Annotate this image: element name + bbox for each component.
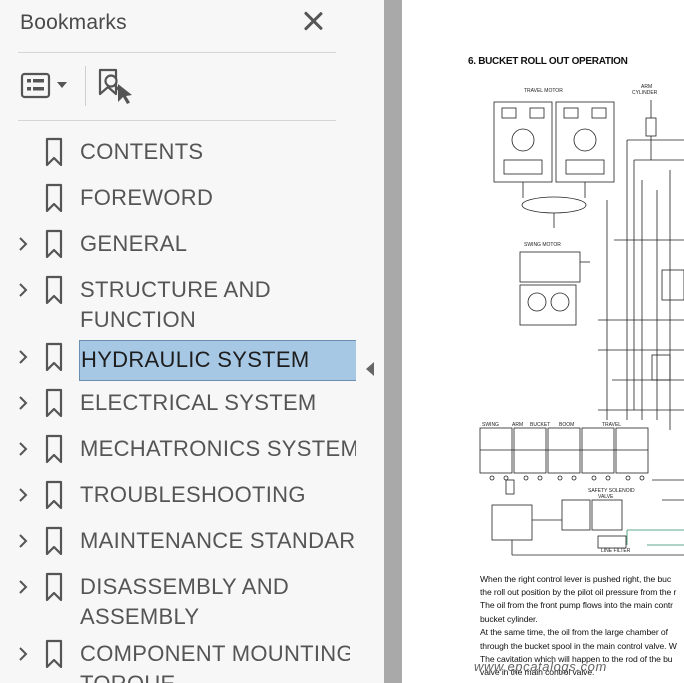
- divider: [18, 52, 336, 53]
- bookmark-troubleshooting[interactable]: TROUBLESHOOTING: [0, 480, 350, 510]
- divider: [18, 120, 336, 121]
- diagram-label: LINE FILTER: [601, 548, 631, 554]
- bookmark-electrical-system[interactable]: ELECTRICAL SYSTEM: [0, 388, 350, 418]
- watermark: www.epcatalogs.com: [474, 659, 607, 674]
- bookmark-label: COMPONENT MOUNTING: [80, 641, 350, 666]
- bookmark-label-line2: ASSEMBLY: [80, 604, 200, 629]
- chevron-right-icon[interactable]: [16, 534, 30, 548]
- diagram-label: CYLINDER: [632, 90, 658, 96]
- diagram-label: ARM: [512, 422, 523, 428]
- body-text-line: the roll out position by the pilot oil p…: [480, 587, 677, 597]
- diagram-label: SWING MOTOR: [524, 242, 561, 248]
- body-text-line: through the bucket spool in the main con…: [480, 641, 677, 651]
- bookmark-label: ELECTRICAL SYSTEM: [80, 390, 317, 415]
- bookmark-contents[interactable]: CONTENTS: [0, 137, 350, 167]
- bookmark-structure-and-function[interactable]: STRUCTURE AND FUNCTION: [0, 275, 350, 335]
- bookmark-label: STRUCTURE AND: [80, 277, 271, 302]
- document-page: TRAVEL MOTOR ARM CYLINDER SWING MOTOR SW…: [402, 0, 684, 683]
- bookmark-label-selected: HYDRAULIC SYSTEM: [79, 340, 356, 381]
- chevron-right-icon[interactable]: [16, 237, 30, 251]
- close-icon[interactable]: [302, 10, 324, 32]
- bookmark-options-icon: [20, 72, 67, 99]
- bookmark-options-button[interactable]: [18, 66, 74, 106]
- chevron-right-icon[interactable]: [16, 283, 30, 297]
- bookmark-label: FOREWORD: [80, 185, 214, 210]
- bookmark-general[interactable]: GENERAL: [0, 229, 350, 259]
- body-text-line: At the same time, the oil from the large…: [480, 627, 668, 637]
- find-current-bookmark-button[interactable]: [96, 66, 136, 106]
- bookmark-hydraulic-system[interactable]: HYDRAULIC SYSTEM: [0, 340, 356, 381]
- bookmark-label-line2: FUNCTION: [80, 307, 197, 332]
- find-current-bookmark-icon: [98, 68, 132, 104]
- bookmark-ribbon-icon: [45, 388, 63, 418]
- chevron-right-icon[interactable]: [16, 442, 30, 456]
- section-heading: 6. BUCKET ROLL OUT OPERATION: [468, 56, 628, 67]
- diagram-label: VALVE: [598, 494, 614, 500]
- toolbar-separator: [85, 66, 86, 106]
- bookmark-label: MECHATRONICS SYSTEM: [80, 436, 356, 461]
- chevron-right-icon[interactable]: [16, 647, 30, 661]
- body-text-line: bucket cylinder.: [480, 614, 538, 624]
- bookmark-label: DISASSEMBLY AND: [80, 574, 290, 599]
- bookmark-label: TROUBLESHOOTING: [80, 482, 306, 507]
- bookmark-label: CONTENTS: [80, 139, 204, 164]
- bookmark-ribbon-icon: [45, 275, 63, 305]
- bookmark-ribbon-icon: [45, 137, 63, 167]
- bookmark-ribbon-icon: [45, 572, 63, 602]
- diagram-label: SWING: [482, 422, 499, 428]
- panel-splitter[interactable]: [356, 0, 384, 683]
- bookmark-ribbon-icon: [45, 639, 63, 669]
- diagram-label: TRAVEL MOTOR: [524, 88, 563, 94]
- bookmark-ribbon-icon: [45, 434, 63, 464]
- bookmark-label: GENERAL: [80, 231, 188, 256]
- diagram-label: TRAVEL: [602, 422, 621, 428]
- bookmark-label-line2: TORQUE: [80, 669, 176, 683]
- bookmark-disassembly-and-assembly[interactable]: DISASSEMBLY AND ASSEMBLY: [0, 572, 350, 632]
- chevron-right-icon[interactable]: [16, 350, 30, 364]
- chevron-right-icon[interactable]: [16, 580, 30, 594]
- bookmark-foreword[interactable]: FOREWORD: [0, 183, 350, 213]
- bookmark-ribbon-icon: [45, 526, 63, 556]
- bookmark-component-mounting-torque[interactable]: COMPONENT MOUNTING TORQUE: [0, 639, 350, 683]
- bookmark-maintenance-standard[interactable]: MAINTENANCE STANDARD: [0, 526, 356, 556]
- chevron-right-icon[interactable]: [16, 396, 30, 410]
- bookmark-ribbon-icon: [45, 229, 63, 259]
- collapse-triangle-left-icon[interactable]: [364, 360, 376, 378]
- body-text-line: When the right control lever is pushed r…: [480, 574, 672, 584]
- diagram-label: BOOM: [559, 422, 574, 428]
- bookmark-mechatronics-system[interactable]: MECHATRONICS SYSTEM: [0, 434, 356, 464]
- body-text-line: The oil from the front pump flows into t…: [480, 600, 673, 610]
- diagram-label: BUCKET: [530, 422, 550, 428]
- bookmarks-panel: Bookmarks CONTENTS FOREWORD GENERAL STRU…: [0, 0, 356, 683]
- chevron-right-icon[interactable]: [16, 488, 30, 502]
- panel-title: Bookmarks: [20, 11, 127, 34]
- bookmark-ribbon-icon: [45, 480, 63, 510]
- bookmark-ribbon-icon: [45, 342, 63, 372]
- bookmark-ribbon-icon: [45, 183, 63, 213]
- bookmark-label: MAINTENANCE STANDARD: [80, 528, 356, 553]
